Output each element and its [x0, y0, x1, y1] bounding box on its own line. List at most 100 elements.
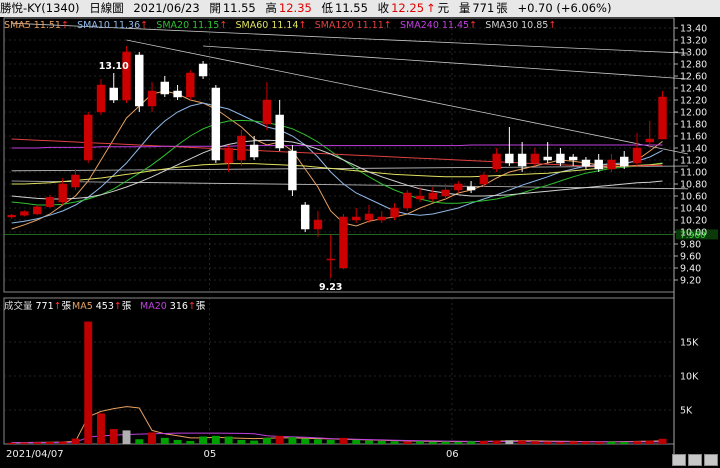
candle-down	[288, 150, 297, 191]
price-tick-label: 10.60	[680, 192, 707, 203]
volume-bar	[122, 430, 131, 444]
legend-arrow-icon: ↑	[384, 20, 392, 31]
candle-up	[20, 211, 29, 216]
candle-down	[109, 87, 118, 101]
high-annotation: 13.10	[99, 61, 129, 72]
volume-tick-label: 15K	[680, 338, 699, 349]
price-tick-label: 11.20	[680, 156, 707, 167]
volume-bar	[454, 441, 463, 444]
legend-value: 11.51	[34, 20, 61, 31]
stock-chart: 13.4013.2013.0012.8012.6012.4012.2012.00…	[3, 17, 718, 461]
volume-bar	[416, 441, 424, 444]
volume-bar	[339, 437, 348, 444]
legend-value: 11.45	[442, 20, 469, 31]
price-tick-label: 12.40	[680, 84, 707, 95]
candle-up	[632, 147, 642, 164]
legend-sma20: SMA20 11.15↑	[156, 20, 227, 31]
volume-bar	[160, 437, 169, 444]
volume-legend-value: 771	[36, 301, 54, 312]
candle-up	[645, 138, 654, 143]
volume-bar	[58, 441, 67, 444]
volume-bar	[543, 441, 552, 444]
volume-bar	[301, 438, 310, 444]
candle-down	[173, 90, 182, 98]
price-tick-label: 11.60	[680, 132, 707, 143]
x-axis-label: 06	[446, 449, 459, 460]
candle-up	[415, 195, 425, 200]
price-tick-label: 11.00	[680, 168, 707, 179]
candle-up	[530, 153, 540, 164]
candle-up	[428, 192, 438, 200]
volume-bar	[109, 429, 118, 444]
price-tick-label: 13.00	[680, 48, 707, 59]
volume-bar	[492, 440, 501, 444]
volume-legend-arrow-icon: ↑	[188, 301, 196, 312]
legend-sma5: SMA5 11.51↑	[4, 20, 69, 31]
candle-up	[326, 258, 335, 261]
price-tick-label: 13.40	[680, 24, 707, 35]
volume-bar	[467, 441, 476, 444]
candle-down	[160, 81, 170, 95]
volume-bar	[658, 438, 667, 444]
legend-arrow-icon: ↑	[548, 20, 556, 31]
volume-bar	[7, 442, 16, 444]
volume-legend-item: 成交量 771↑張	[4, 300, 72, 312]
legend-name: SMA10	[77, 20, 110, 31]
volume-bar	[237, 439, 246, 444]
candle-down	[556, 153, 565, 164]
ma-line-sma120	[11, 138, 663, 167]
candle-down	[135, 54, 144, 107]
volume-bar	[173, 439, 182, 444]
legend-value: 11.36	[113, 20, 140, 31]
minimize-button[interactable]	[672, 454, 686, 466]
price-tick-label: 12.80	[680, 60, 707, 71]
volume-bar	[581, 441, 590, 444]
volume-bar	[530, 441, 539, 444]
legend-value: 11.14	[271, 20, 298, 31]
x-axis-label: 05	[203, 449, 216, 460]
volume-bar	[84, 321, 93, 444]
price-tick-label: 9.80	[680, 240, 701, 251]
legend-sma30: SMA30 10.85↑	[485, 20, 556, 31]
legend-sma60: SMA60 11.14↑	[236, 20, 307, 31]
legend-name: SMA30	[485, 20, 518, 31]
volume-legend-name: MA20	[140, 301, 167, 312]
candle-up	[224, 147, 233, 164]
volume-bar	[288, 437, 297, 444]
candle-up	[492, 153, 501, 170]
volume-bar	[199, 436, 208, 444]
candle-up	[32, 206, 42, 215]
candle-down	[594, 159, 603, 170]
volume-bar	[377, 440, 386, 444]
candle-up	[84, 114, 93, 161]
candle-up	[186, 72, 195, 98]
volume-bar	[135, 439, 144, 444]
candle-up	[441, 189, 450, 197]
legend-value: 11.15	[192, 20, 219, 31]
volume-bar	[594, 441, 603, 444]
candle-up	[71, 174, 80, 188]
close-button[interactable]	[704, 454, 718, 466]
price-tick-label: 12.60	[680, 72, 707, 83]
candle-up	[352, 216, 361, 221]
volume-legend-arrow-icon: ↑	[114, 301, 122, 312]
candle-down	[543, 156, 552, 161]
window-controls	[672, 454, 718, 466]
volume-bar	[45, 441, 54, 444]
candle-down	[198, 63, 208, 77]
price-tick-label: 9.60	[680, 252, 701, 263]
price-tick-label: 10.40	[680, 204, 707, 215]
volume-bar	[148, 432, 156, 444]
legend-name: SMA120	[315, 20, 354, 31]
volume-bar	[441, 441, 450, 444]
candle-up	[58, 183, 67, 203]
candle-down	[211, 87, 221, 161]
volume-bar	[211, 435, 220, 444]
price-tick-label: 9.20	[680, 276, 701, 287]
volume-bar	[97, 413, 105, 444]
candle-down	[275, 114, 284, 149]
candle-up	[122, 51, 131, 101]
restore-button[interactable]	[688, 454, 702, 466]
legend-sma240: SMA240 11.45↑	[400, 20, 477, 31]
candle-up	[607, 159, 616, 170]
